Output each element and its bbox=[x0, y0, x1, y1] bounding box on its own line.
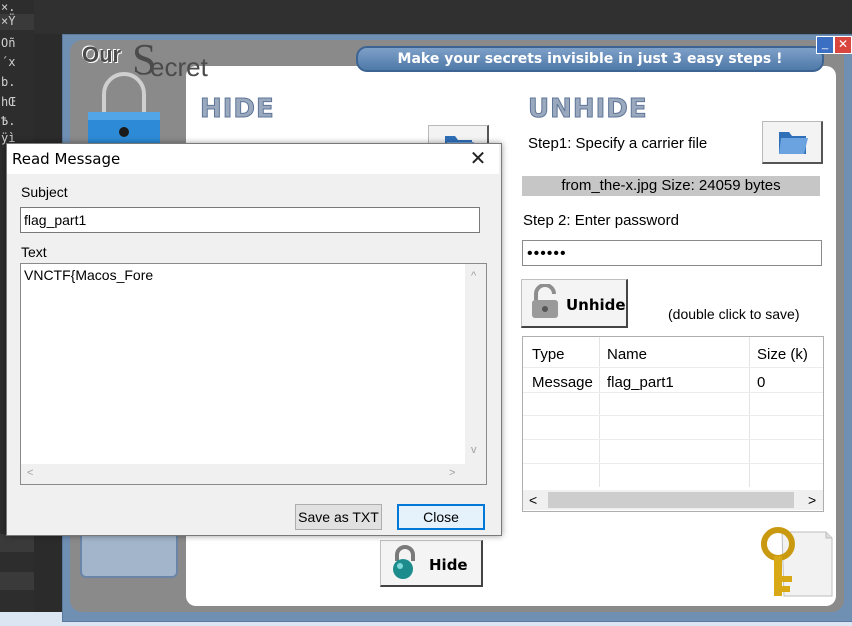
terminal-line: b. bbox=[1, 75, 16, 89]
terminal-block bbox=[0, 534, 34, 552]
carrier-file-info: from_the-x.jpg Size: 24059 bytes bbox=[522, 176, 820, 196]
terminal-line: Ѣ. bbox=[1, 114, 16, 128]
terminal-line: ×Ÿ bbox=[1, 14, 16, 28]
unhide-button[interactable]: Unhide bbox=[521, 279, 628, 328]
text-label: Text bbox=[21, 244, 47, 260]
terminal-line: hŒ bbox=[1, 95, 16, 109]
padlock-open-icon bbox=[532, 284, 558, 318]
row-line bbox=[523, 415, 823, 416]
message-text-area[interactable] bbox=[20, 263, 487, 485]
row-line bbox=[523, 439, 823, 440]
save-as-txt-button[interactable]: Save as TXT bbox=[295, 504, 382, 530]
column-separator bbox=[749, 337, 750, 487]
dialog-title: Read Message bbox=[12, 150, 121, 168]
terminal-block bbox=[0, 572, 34, 590]
close-button[interactable]: Close bbox=[397, 504, 485, 530]
carrier-browse-button[interactable] bbox=[762, 121, 823, 164]
scroll-left-arrow[interactable]: < bbox=[27, 467, 33, 479]
scroll-right-arrow[interactable]: > bbox=[808, 492, 816, 508]
row-line bbox=[523, 367, 823, 368]
hide-heading: HIDE bbox=[200, 94, 275, 125]
hidden-items-list[interactable]: Type Name Size (k) Message flag_part1 0 bbox=[522, 336, 824, 512]
minimize-button[interactable]: _ bbox=[816, 36, 834, 54]
message-text[interactable]: VNCTF{Macos_Fore bbox=[24, 267, 153, 283]
step1-label: Step1: Specify a carrier file bbox=[528, 135, 708, 152]
column-header-type[interactable]: Type bbox=[532, 346, 565, 363]
column-header-size[interactable]: Size (k) bbox=[757, 346, 808, 363]
side-panel-button[interactable] bbox=[80, 530, 178, 578]
terminal-line: ×. bbox=[1, 0, 16, 14]
list-scroll-thumb[interactable] bbox=[548, 492, 794, 508]
text-vertical-scrollbar[interactable]: ^ v bbox=[465, 264, 486, 464]
logo-text-our: Our bbox=[82, 42, 122, 67]
terminal-line: Oñ bbox=[1, 36, 16, 50]
tagline-banner: Make your secrets invisible in just 3 ea… bbox=[356, 46, 824, 72]
step2-label: Step 2: Enter password bbox=[523, 212, 679, 229]
scroll-right-arrow[interactable]: > bbox=[449, 467, 455, 479]
column-separator bbox=[599, 337, 600, 487]
folder-icon bbox=[779, 132, 808, 154]
background-window-top bbox=[34, 0, 852, 34]
password-field[interactable]: •••••• bbox=[522, 240, 822, 266]
scroll-left-arrow[interactable]: < bbox=[529, 492, 537, 508]
key-icon bbox=[752, 524, 834, 602]
unhide-button-label: Unhide bbox=[566, 296, 626, 314]
subject-label: Subject bbox=[21, 184, 68, 200]
row-type-cell[interactable]: Message bbox=[532, 374, 593, 391]
dialog-close-icon[interactable]: ✕ bbox=[464, 146, 492, 172]
close-window-button[interactable]: ✕ bbox=[834, 36, 852, 54]
subject-field[interactable]: flag_part1 bbox=[20, 207, 480, 233]
padlock-gem-icon bbox=[393, 545, 415, 579]
terminal-line: ´x bbox=[1, 55, 16, 69]
unhide-heading: UNHIDE bbox=[528, 94, 648, 125]
scrollbar-corner bbox=[465, 464, 486, 484]
scroll-down-arrow[interactable]: v bbox=[471, 444, 477, 456]
scroll-up-arrow[interactable]: ^ bbox=[471, 270, 476, 282]
hide-button-label: Hide bbox=[429, 556, 468, 574]
row-line bbox=[523, 392, 823, 393]
lock-icon bbox=[86, 69, 162, 150]
row-line bbox=[523, 463, 823, 464]
text-horizontal-scrollbar[interactable]: < > bbox=[21, 464, 465, 484]
hide-button[interactable]: Hide bbox=[380, 540, 483, 587]
row-name-cell[interactable]: flag_part1 bbox=[607, 374, 674, 391]
column-header-name[interactable]: Name bbox=[607, 346, 647, 363]
double-click-hint: (double click to save) bbox=[668, 306, 800, 322]
row-size-cell[interactable]: 0 bbox=[757, 374, 765, 391]
